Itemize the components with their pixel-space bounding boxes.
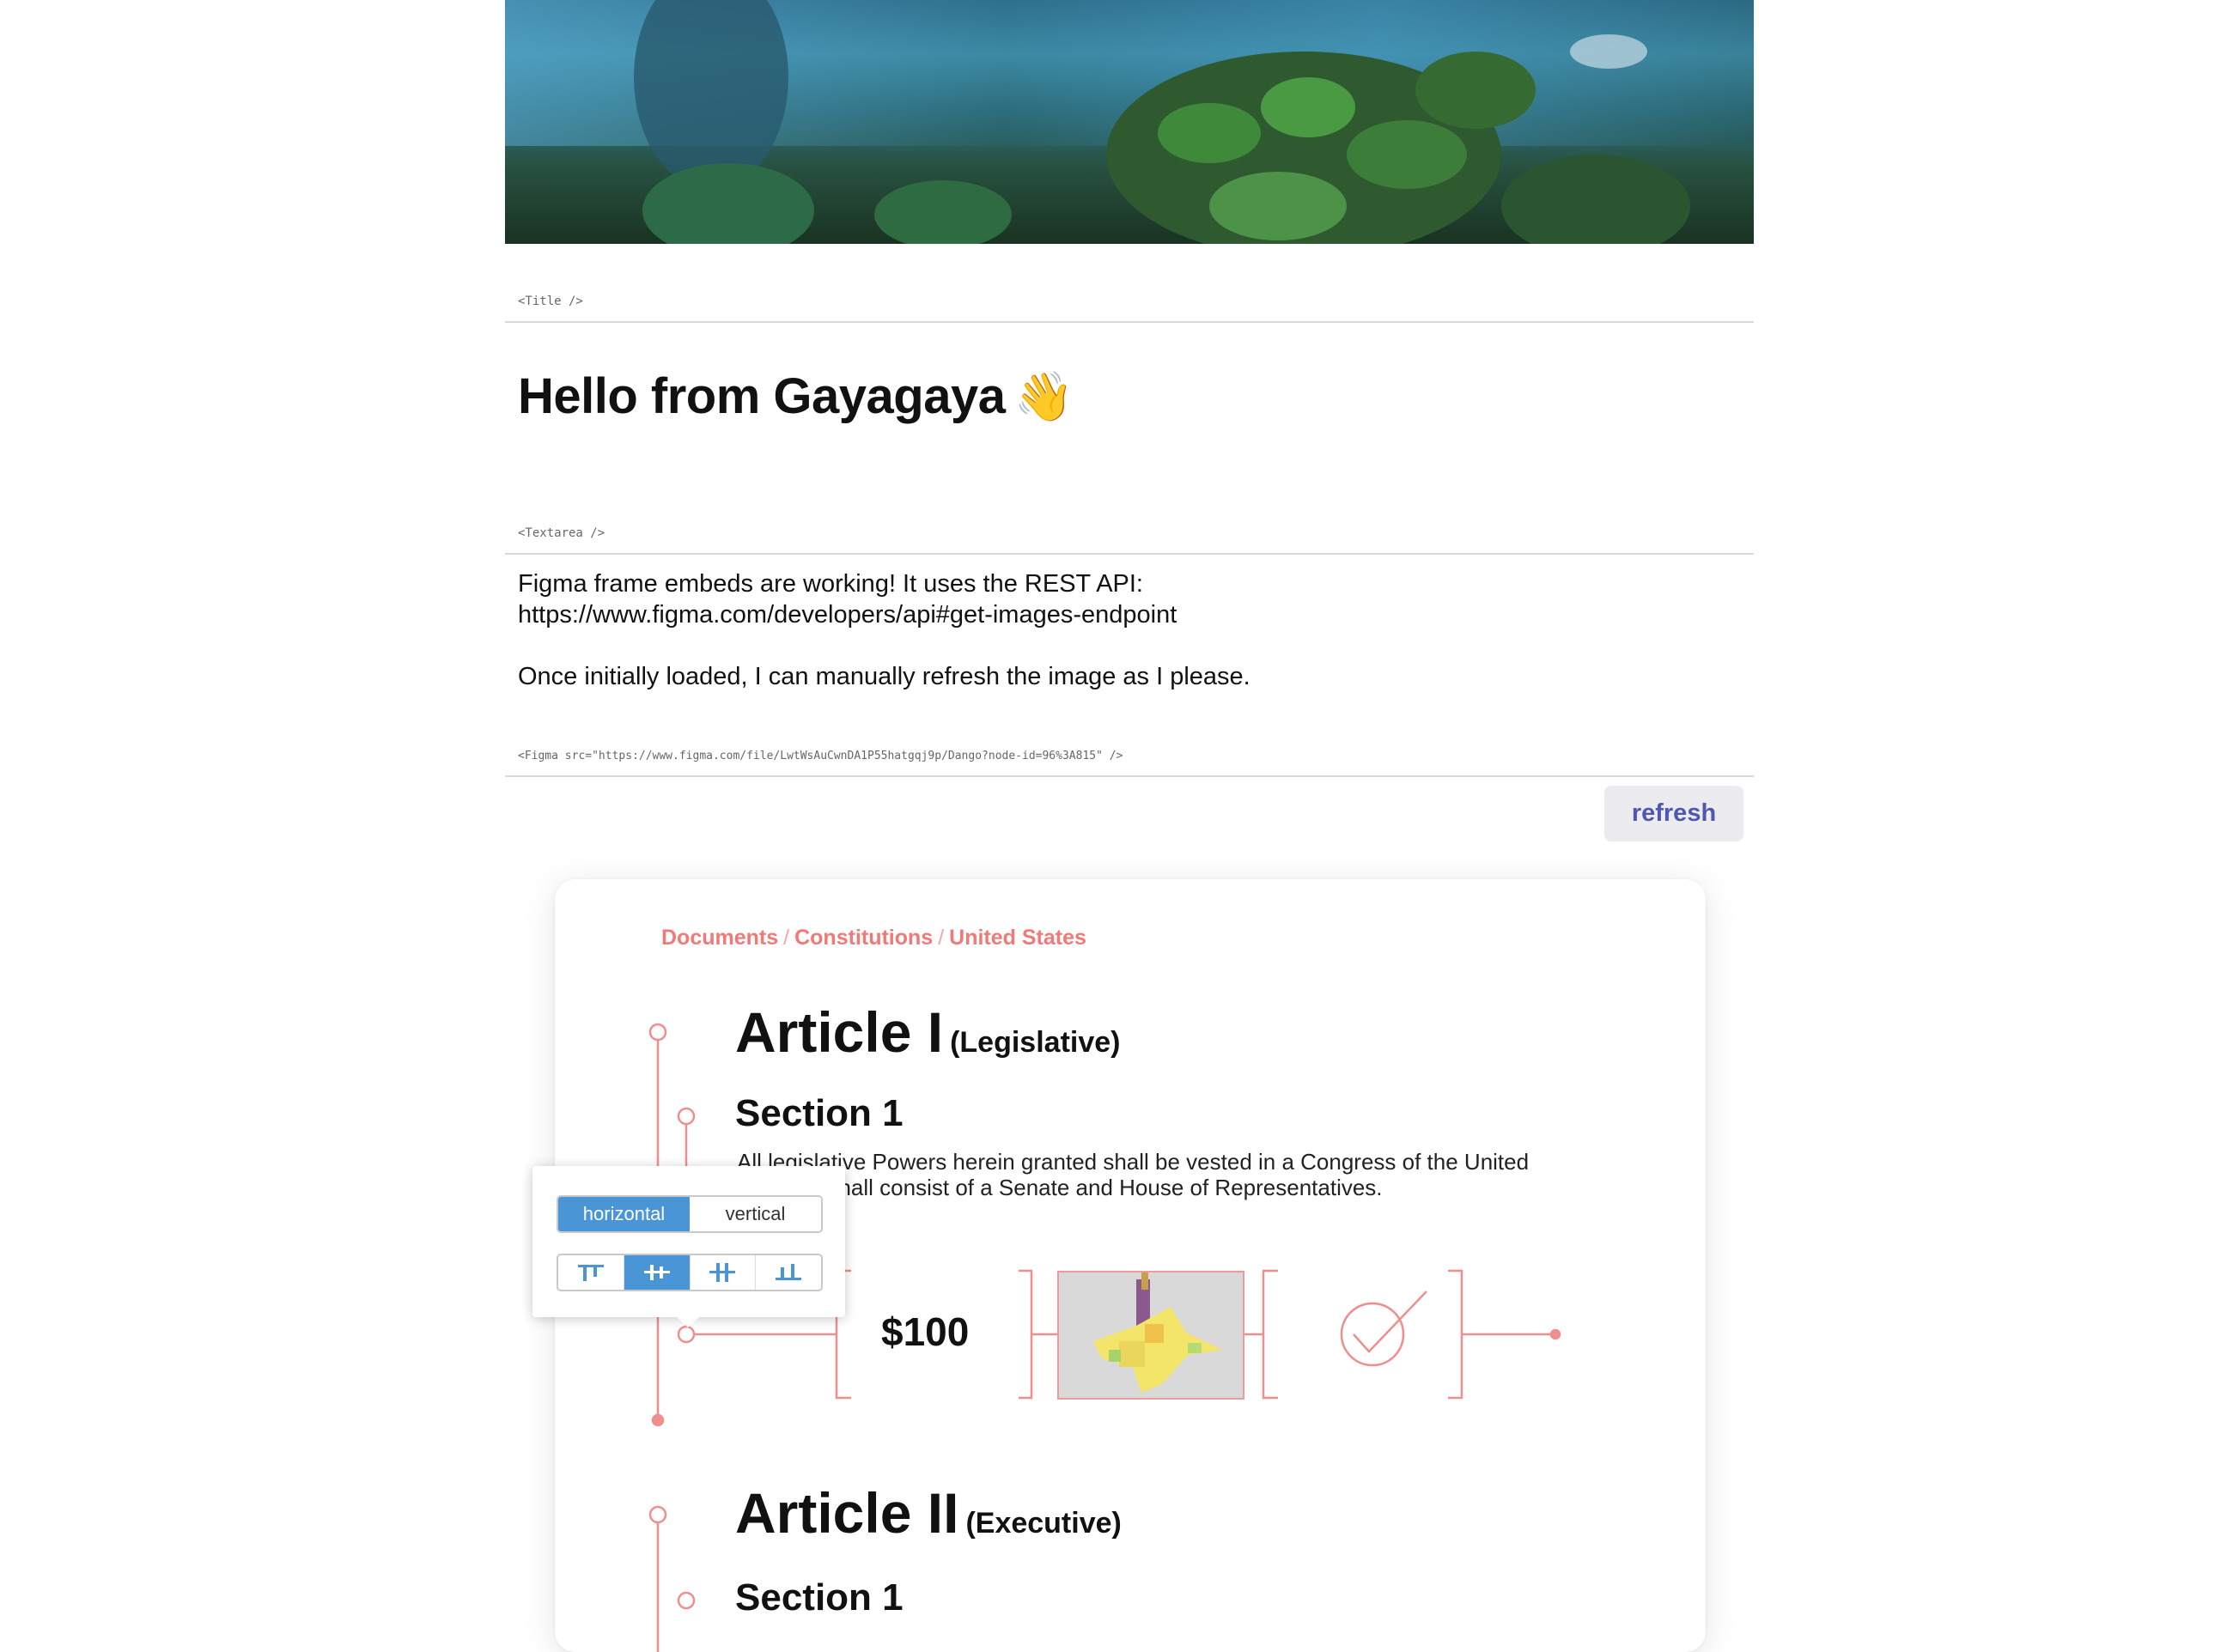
page-title: Hello from Gayagaya 👋: [518, 367, 1074, 425]
distribute-icon: [691, 1255, 757, 1290]
alignment-buttons: [557, 1254, 823, 1291]
divider: [505, 553, 1754, 555]
section-heading: Section 1: [735, 1576, 904, 1619]
divider: [505, 321, 1754, 323]
figma-component-tag: <Figma src="https://www.figma.com/file/L…: [518, 750, 1123, 762]
title-component-tag: <Title />: [518, 295, 583, 308]
horizontal-option: horizontal: [558, 1197, 690, 1231]
textarea-line: Once initially loaded, I can manually re…: [518, 663, 1250, 690]
article-heading: Article I (Legislative): [735, 999, 1120, 1065]
article-subtitle: (Legislative): [950, 1026, 1121, 1059]
section-heading: Section 1: [735, 1092, 904, 1134]
textarea-line: Figma frame embeds are working! It uses …: [518, 570, 1143, 598]
divider: [505, 775, 1754, 777]
vertical-option: vertical: [690, 1197, 821, 1231]
textarea-line: https://www.figma.com/developers/api#get…: [518, 601, 1177, 629]
price-value: $100: [881, 1309, 970, 1354]
section-body-text: All legislative Powers herein granted sh…: [737, 1149, 1530, 1200]
hero-image: [505, 0, 1754, 244]
article-title: Article I: [735, 1000, 944, 1064]
page-title-text: Hello from Gayagaya: [518, 368, 1006, 424]
align-center-icon: [624, 1255, 691, 1290]
popover-arrow: [675, 1315, 701, 1327]
bird-image-icon: [1093, 1272, 1222, 1393]
article-subtitle: (Executive): [965, 1507, 1122, 1540]
article-heading: Article II (Executive): [735, 1480, 1122, 1546]
layout-toolbar-popover: horizontal vertical: [532, 1166, 845, 1327]
image-placeholder: [1057, 1271, 1244, 1400]
textarea-component-tag: <Textarea />: [518, 526, 605, 540]
align-top-icon: [558, 1255, 624, 1290]
waving-hand-icon: 👋: [1013, 369, 1074, 423]
align-bottom-icon: [756, 1255, 821, 1290]
article-title: Article II: [735, 1481, 959, 1545]
orientation-toggle: horizontal vertical: [557, 1195, 823, 1233]
refresh-button[interactable]: refresh: [1604, 786, 1743, 841]
